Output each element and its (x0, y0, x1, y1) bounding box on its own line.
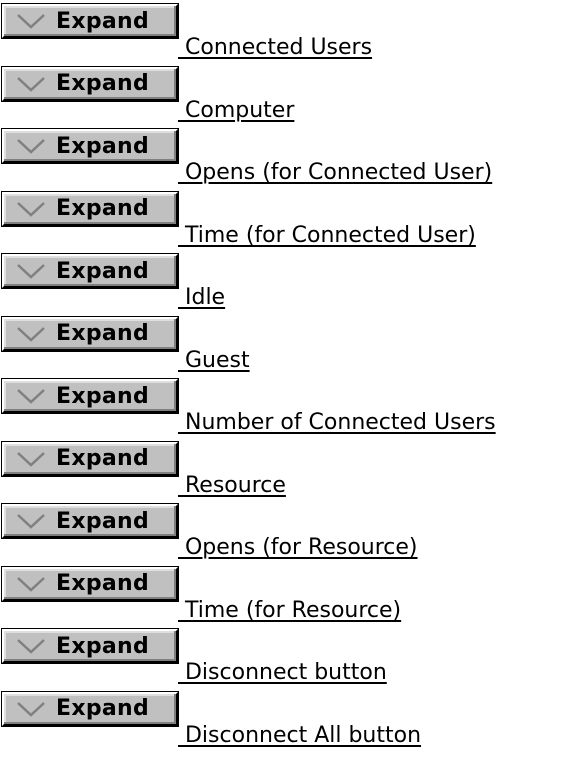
expand-button-label: Expand (56, 696, 150, 721)
chevron-down-icon (17, 701, 45, 717)
expand-button[interactable]: Expand (1, 378, 179, 414)
list-item: Expand Disconnect button (0, 625, 572, 688)
list-item: Expand Opens (for Connected User) (0, 125, 572, 188)
list-item: Expand Time (for Connected User) (0, 188, 572, 251)
expand-button[interactable]: Expand (1, 628, 179, 664)
expand-button-label: Expand (56, 71, 150, 96)
chevron-down-icon (17, 639, 45, 654)
topic-link-resource[interactable]: Resource (178, 473, 286, 498)
expand-button-label: Expand (56, 321, 150, 346)
expand-button-label: Expand (56, 446, 150, 471)
expand-button-label: Expand (56, 571, 150, 596)
expand-button[interactable]: Expand (1, 440, 179, 477)
expand-button[interactable]: Expand (1, 3, 179, 39)
chevron-down-icon (17, 576, 45, 592)
chevron-down-icon (17, 201, 45, 217)
chevron-down-icon (17, 514, 45, 529)
list-item: Expand Computer (0, 63, 572, 126)
topic-link-number-connected-users[interactable]: Number of Connected Users (178, 410, 496, 435)
topic-link-connected-users[interactable]: Connected Users (178, 35, 372, 60)
chevron-down-icon (17, 326, 45, 342)
topic-link-disconnect-all-button[interactable]: Disconnect All button (178, 723, 421, 748)
list-item: Expand Time (for Resource) (0, 563, 572, 626)
chevron-down-icon (17, 139, 45, 154)
expand-button-label: Expand (56, 383, 150, 409)
topic-link-time-connected-user[interactable]: Time (for Connected User) (178, 223, 476, 248)
chevron-down-icon (17, 389, 45, 404)
expand-button[interactable]: Expand (1, 65, 179, 102)
list-item: Expand Guest (0, 313, 572, 376)
expand-button-label: Expand (56, 133, 150, 159)
topic-link-time-resource[interactable]: Time (for Resource) (178, 598, 401, 623)
expand-button[interactable]: Expand (1, 503, 179, 539)
list-item: Expand Idle (0, 250, 572, 313)
topic-link-disconnect-button[interactable]: Disconnect button (178, 660, 387, 685)
topic-link-guest[interactable]: Guest (178, 348, 250, 373)
expand-button[interactable]: Expand (1, 253, 179, 289)
topic-link-opens-connected-user[interactable]: Opens (for Connected User) (178, 160, 492, 185)
chevron-down-icon (17, 76, 45, 92)
expand-button[interactable]: Expand (1, 128, 179, 164)
expand-button-label: Expand (56, 508, 150, 534)
expand-button[interactable]: Expand (1, 315, 179, 352)
topic-link-opens-resource[interactable]: Opens (for Resource) (178, 535, 418, 560)
expand-button-label: Expand (56, 633, 150, 659)
list-item: Expand Resource (0, 438, 572, 501)
list-item: Expand Connected Users (0, 0, 572, 63)
topic-link-computer[interactable]: Computer (178, 98, 294, 123)
expand-button[interactable]: Expand (1, 190, 179, 227)
list-item: Expand Disconnect All button (0, 688, 572, 751)
expand-button[interactable]: Expand (1, 565, 179, 602)
expand-button-label: Expand (56, 8, 150, 34)
expand-list: Expand Connected Users Expand Computer E… (0, 0, 572, 750)
chevron-down-icon (17, 451, 45, 467)
expand-button[interactable]: Expand (1, 690, 179, 727)
list-item: Expand Number of Connected Users (0, 375, 572, 438)
list-item: Expand Opens (for Resource) (0, 500, 572, 563)
expand-button-label: Expand (56, 196, 150, 221)
chevron-down-icon (17, 264, 45, 279)
expand-button-label: Expand (56, 258, 150, 284)
topic-link-idle[interactable]: Idle (178, 285, 225, 310)
chevron-down-icon (17, 14, 45, 29)
